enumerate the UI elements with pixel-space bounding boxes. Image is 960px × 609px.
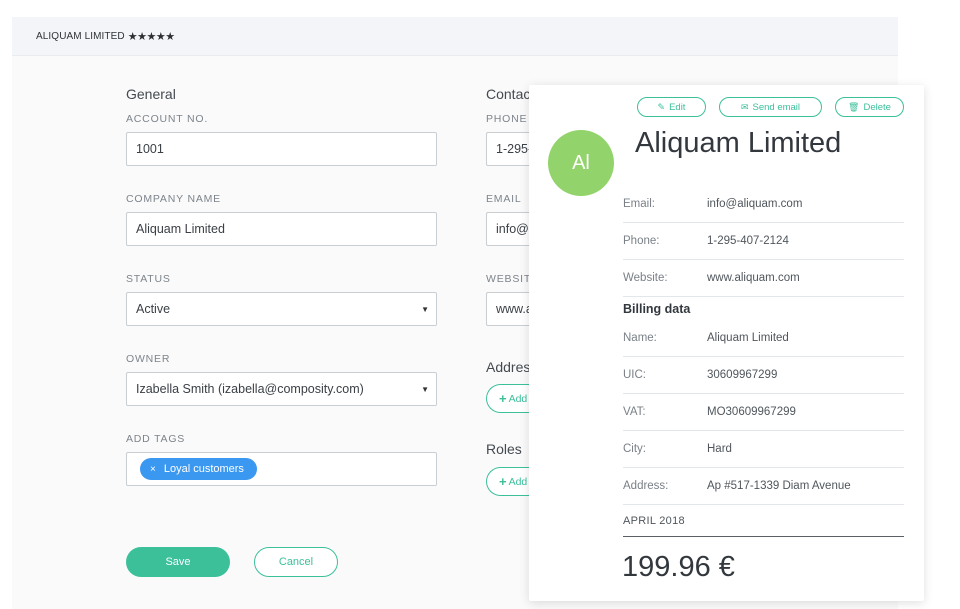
- billing-period: APRIL 2018: [623, 505, 904, 537]
- billing-row-name: Name: Aliquam Limited: [623, 320, 904, 357]
- detail-value: www.aliquam.com: [707, 272, 800, 284]
- billing-row-vat: VAT: MO30609967299: [623, 394, 904, 431]
- pencil-icon: ✎: [657, 101, 666, 112]
- phone-value: 1-295-: [496, 142, 533, 156]
- detail-row-website: Website: www.aliquam.com: [623, 260, 904, 297]
- edit-button[interactable]: ✎ Edit: [637, 97, 706, 117]
- account-no-value: 1001: [136, 142, 164, 156]
- detail-key: Phone:: [623, 235, 660, 247]
- tags-label: ADD TAGS: [126, 433, 186, 445]
- detail-row-phone: Phone: 1-295-407-2124: [623, 223, 904, 260]
- owner-select[interactable]: Izabella Smith (izabella@composity.com) …: [126, 372, 437, 406]
- detail-key: UIC:: [623, 369, 646, 381]
- billing-row-city: City: Hard: [623, 431, 904, 468]
- add-address-label: Add: [508, 392, 528, 405]
- tag-chip[interactable]: × Loyal customers: [140, 458, 257, 480]
- detail-key: Name:: [623, 332, 657, 344]
- detail-key: VAT:: [623, 406, 646, 418]
- billing-row-address: Address: Ap #517-1339 Diam Avenue: [623, 468, 904, 505]
- billing-amount: 199.96 €: [622, 551, 735, 583]
- phone-label: PHONE: [486, 113, 528, 125]
- status-value: Active: [136, 302, 171, 316]
- company-header-name: ALIQUAM LIMITED: [36, 30, 125, 42]
- detail-value: 1-295-407-2124: [707, 235, 789, 247]
- section-title-address: Addres: [486, 359, 531, 375]
- add-role-label: Add: [508, 475, 528, 488]
- detail-key: Website:: [623, 272, 668, 284]
- card-title: Aliquam Limited: [635, 127, 842, 159]
- detail-value: 30609967299: [707, 369, 778, 381]
- header-bar: ALIQUAM LIMITED ★★★★★: [12, 17, 898, 56]
- trash-icon: 🗑: [848, 101, 860, 112]
- owner-value: Izabella Smith (izabella@composity.com): [136, 382, 364, 396]
- delete-label: Delete: [863, 101, 891, 113]
- detail-value: Ap #517-1339 Diam Avenue: [707, 480, 851, 492]
- save-button[interactable]: Save: [126, 547, 230, 577]
- plus-icon: +: [499, 391, 507, 406]
- company-detail-card: ✎ Edit ✉ Send email 🗑 Delete Al Aliquam …: [529, 85, 924, 601]
- dropdown-caret-icon: ▼: [421, 305, 429, 314]
- send-email-label: Send email: [752, 101, 801, 113]
- section-title-general: General: [126, 86, 176, 102]
- detail-key: Email:: [623, 198, 655, 210]
- envelope-icon: ✉: [740, 101, 749, 112]
- rating-stars-icon: ★★★★★: [127, 30, 175, 43]
- status-select[interactable]: Active ▼: [126, 292, 437, 326]
- plus-icon: +: [499, 474, 507, 489]
- section-title-roles: Roles: [486, 441, 522, 457]
- account-no-label: ACCOUNT NO.: [126, 113, 209, 125]
- website-value: www.a: [496, 302, 533, 316]
- company-name-label: COMPANY NAME: [126, 193, 221, 205]
- account-no-input[interactable]: 1001: [126, 132, 437, 166]
- section-title-contact: Contac: [486, 86, 531, 102]
- owner-label: OWNER: [126, 353, 171, 365]
- tag-label: Loyal customers: [163, 463, 244, 475]
- delete-button[interactable]: 🗑 Delete: [835, 97, 904, 117]
- detail-value: MO30609967299: [707, 406, 796, 418]
- avatar: Al: [548, 130, 614, 196]
- billing-row-uic: UIC: 30609967299: [623, 357, 904, 394]
- edit-label: Edit: [669, 101, 686, 113]
- detail-value: info@aliquam.com: [707, 198, 803, 210]
- cancel-button[interactable]: Cancel: [254, 547, 338, 577]
- send-email-button[interactable]: ✉ Send email: [719, 97, 822, 117]
- billing-heading: Billing data: [623, 302, 691, 316]
- dropdown-caret-icon: ▼: [421, 385, 429, 394]
- detail-key: Address:: [623, 480, 669, 492]
- email-label: EMAIL: [486, 193, 522, 205]
- website-label: WEBSIT: [486, 273, 532, 285]
- detail-value: Hard: [707, 443, 732, 455]
- company-name-input[interactable]: Aliquam Limited: [126, 212, 437, 246]
- detail-key: City:: [623, 443, 646, 455]
- detail-value: Aliquam Limited: [707, 332, 789, 344]
- status-label: STATUS: [126, 273, 171, 285]
- remove-tag-icon[interactable]: ×: [150, 464, 156, 475]
- tags-input[interactable]: × Loyal customers: [126, 452, 437, 486]
- company-name-value: Aliquam Limited: [136, 222, 225, 236]
- detail-row-email: Email: info@aliquam.com: [623, 186, 904, 223]
